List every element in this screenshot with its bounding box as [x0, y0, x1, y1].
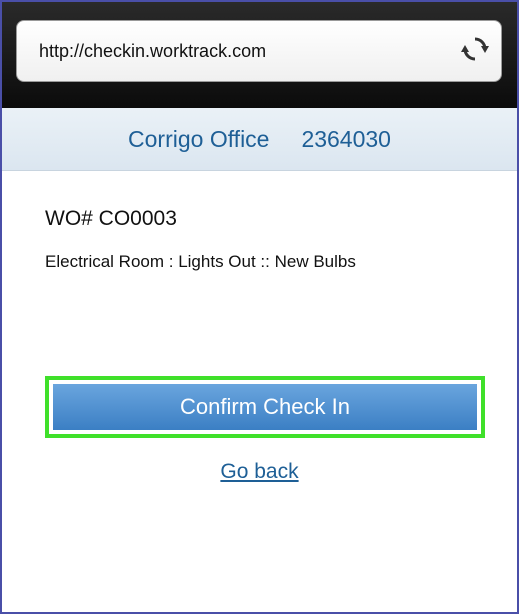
- browser-toolbar: http://checkin.worktrack.com: [2, 2, 517, 108]
- company-code: 2364030: [301, 126, 391, 152]
- address-bar[interactable]: http://checkin.worktrack.com: [16, 20, 502, 82]
- go-back-container: Go back: [2, 460, 517, 484]
- confirm-check-in-button[interactable]: Confirm Check In: [53, 384, 477, 430]
- work-order-number: WO# CO0003: [45, 207, 177, 230]
- confirm-button-highlight: Confirm Check In: [45, 376, 485, 438]
- work-order-details: WO# CO0003 Electrical Room : Lights Out …: [45, 170, 485, 275]
- work-order-description: Electrical Room : Lights Out :: New Bulb…: [45, 252, 356, 271]
- mobile-page-frame: http://checkin.worktrack.com Corrigo Off…: [0, 0, 519, 614]
- page-header: Corrigo Office 2364030: [2, 108, 517, 171]
- company-name: Corrigo Office: [128, 126, 270, 152]
- go-back-link[interactable]: Go back: [220, 460, 298, 483]
- reload-icon[interactable]: [461, 35, 489, 63]
- url-text[interactable]: http://checkin.worktrack.com: [39, 21, 266, 81]
